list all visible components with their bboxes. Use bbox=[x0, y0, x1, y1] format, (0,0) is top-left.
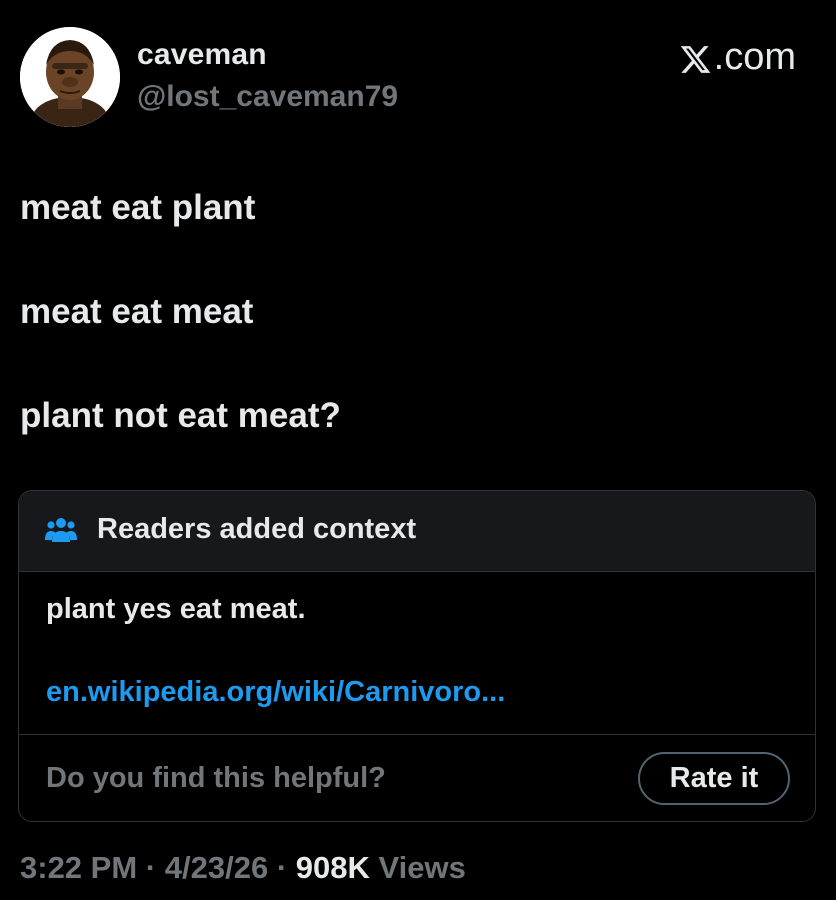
tweet-text-line-2: meat eat meat bbox=[20, 292, 254, 331]
metadata-separator: · bbox=[276, 850, 288, 885]
helpful-question: Do you find this helpful? bbox=[46, 762, 386, 794]
community-note-title: Readers added context bbox=[97, 513, 417, 545]
community-note-card: Readers added context plant yes eat meat… bbox=[18, 490, 816, 822]
avatar[interactable] bbox=[20, 27, 120, 127]
community-note-header[interactable]: Readers added context bbox=[19, 491, 815, 572]
tweet-text-line-3: plant not eat meat? bbox=[20, 396, 341, 435]
author-handle[interactable]: @lost_caveman79 bbox=[137, 80, 398, 114]
x-logo-icon bbox=[680, 45, 711, 73]
community-note-source-link[interactable]: en.wikipedia.org/wiki/Carnivoro... bbox=[46, 676, 505, 709]
views-label: Views bbox=[378, 850, 466, 885]
author-display-name[interactable]: caveman bbox=[137, 38, 267, 72]
metadata-separator: · bbox=[145, 850, 157, 885]
tweet-date[interactable]: 4/23/26 bbox=[165, 850, 268, 885]
x-brand-watermark: .com bbox=[679, 36, 796, 79]
people-icon bbox=[45, 518, 77, 542]
rate-it-button[interactable]: Rate it bbox=[638, 752, 790, 805]
brand-suffix: .com bbox=[713, 36, 796, 78]
tweet-time[interactable]: 3:22 PM bbox=[20, 850, 137, 885]
divider bbox=[19, 734, 815, 735]
tweet-metadata: 3:22 PM · 4/23/26 · 908K Views bbox=[20, 850, 466, 886]
caveman-avatar-icon bbox=[20, 27, 120, 127]
tweet-text-line-1: meat eat plant bbox=[20, 188, 256, 227]
views-count: 908K bbox=[295, 850, 370, 885]
community-note-text: plant yes eat meat. bbox=[46, 593, 306, 625]
